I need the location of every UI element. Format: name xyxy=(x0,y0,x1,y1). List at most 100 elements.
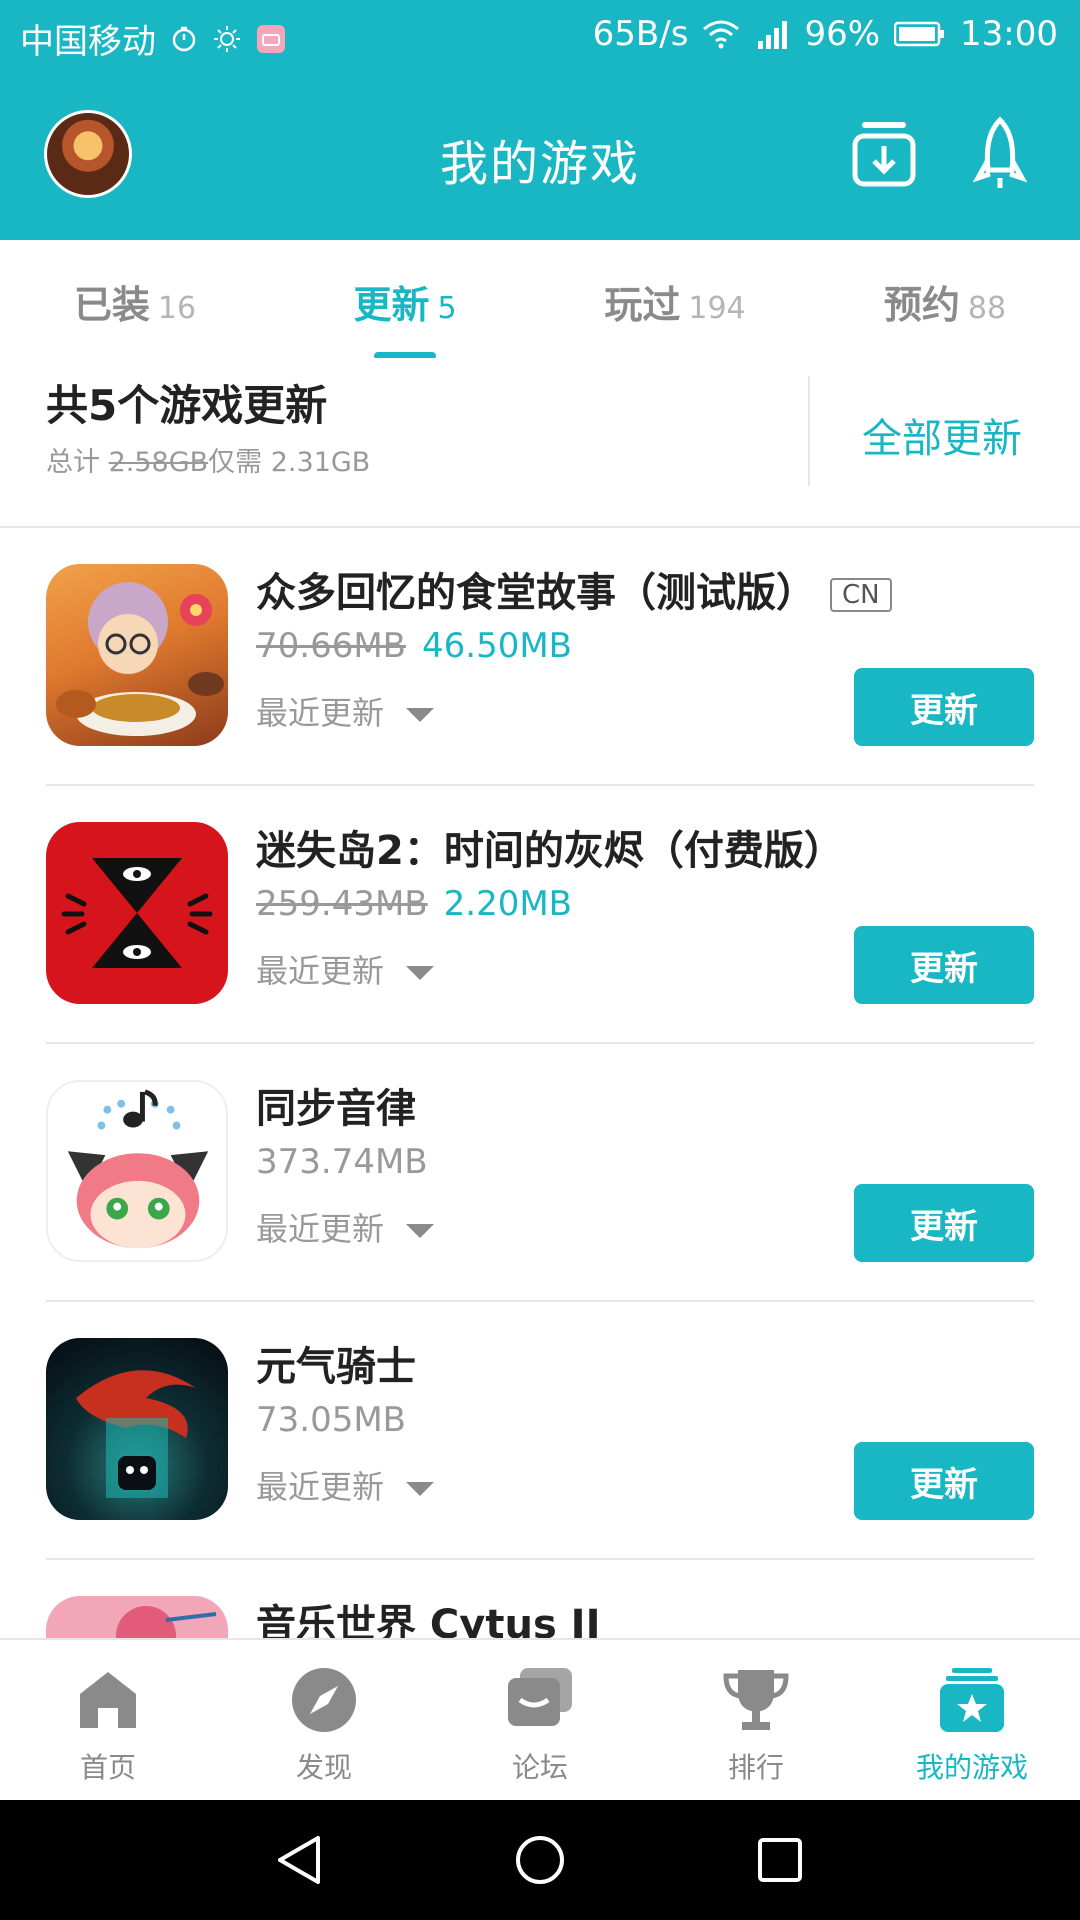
my-games-icon xyxy=(940,1668,1004,1732)
old-size: 70.66MB xyxy=(256,626,406,666)
tab-updates[interactable]: 更新 5 xyxy=(270,274,540,329)
need-size: 2.31GB xyxy=(270,447,371,478)
signal-icon xyxy=(758,21,788,49)
compass-icon xyxy=(292,1668,356,1732)
game-sizes: 70.66MB 46.50MB xyxy=(256,626,572,666)
game-name: 同步音律 xyxy=(256,1086,416,1132)
update-button[interactable]: 更新 xyxy=(854,668,1034,746)
update-button[interactable]: 更新 xyxy=(854,1184,1034,1262)
need-label: 仅需 xyxy=(208,447,263,478)
home-icon xyxy=(80,1672,136,1728)
bilibili-app-icon xyxy=(257,24,285,53)
game-sizes: 73.05MB xyxy=(256,1400,406,1440)
game-name: 迷失岛2：时间的灰烬（付费版） xyxy=(256,828,844,874)
total-old-size: 2.58GB xyxy=(108,447,209,478)
game-sizes: 259.43MB 2.20MB xyxy=(256,884,572,924)
nav-home[interactable]: 首页 xyxy=(0,1664,216,1786)
bottom-navigation: 首页 发现 论坛 排行 我的游戏 xyxy=(0,1638,1080,1802)
update-button[interactable]: 更新 xyxy=(854,1442,1034,1520)
back-icon[interactable] xyxy=(272,1832,328,1888)
net-speed: 65B/s xyxy=(592,14,689,54)
update-button[interactable]: 更新 xyxy=(854,926,1034,1004)
status-bar: 中国移动 65B/s 96% 13:00 xyxy=(0,0,1080,72)
caret-down-icon xyxy=(406,708,435,722)
list-item[interactable]: 元气骑士 73.05MB 最近更新 更新 xyxy=(0,1302,1080,1560)
nav-discover[interactable]: 发现 xyxy=(216,1664,432,1786)
hourglass-eye-illustration xyxy=(61,858,213,968)
game-icon-lost-island xyxy=(46,822,228,1004)
tab-updates-count: 5 xyxy=(437,291,457,326)
vertical-divider xyxy=(808,376,810,486)
caret-down-icon xyxy=(406,1224,435,1238)
catgirl-illustration xyxy=(67,1089,209,1249)
list-item[interactable]: 音乐世界 Cytus II xyxy=(0,1560,1080,1638)
old-size: 259.43MB xyxy=(256,884,428,924)
tab-reserved-count: 88 xyxy=(967,291,1007,326)
game-icon-soul-knight xyxy=(46,1338,228,1520)
carrier-label: 中国移动 xyxy=(20,22,156,62)
trophy-icon xyxy=(723,1670,789,1730)
game-update-list: 众多回忆的食堂故事（测试版） CN 70.66MB 46.50MB 最近更新 更新 xyxy=(0,528,1080,1638)
app-header: 我的游戏 xyxy=(0,72,1080,240)
recent-update-label: 最近更新 xyxy=(256,952,385,990)
rocket-icon[interactable] xyxy=(972,116,1028,192)
forum-icon xyxy=(508,1668,572,1726)
tab-updates-label: 更新 xyxy=(353,283,430,327)
nav-forum-label: 论坛 xyxy=(511,1751,568,1784)
list-item[interactable]: 众多回忆的食堂故事（测试版） CN 70.66MB 46.50MB 最近更新 更新 xyxy=(0,528,1080,786)
update-summary: 共5个游戏更新 总计 2.58GB仅需 2.31GB 全部更新 xyxy=(0,358,1080,528)
summary-sizes: 总计 2.58GB仅需 2.31GB xyxy=(46,440,370,479)
game-icon-diner xyxy=(46,564,228,746)
tab-bar: 已装 16 更新 5 玩过 194 预约 88 xyxy=(0,240,1080,360)
nav-discover-label: 发现 xyxy=(295,1751,352,1784)
nav-forum[interactable]: 论坛 xyxy=(432,1664,648,1786)
tab-played-count: 194 xyxy=(688,291,746,326)
list-item[interactable]: 同步音律 373.74MB 最近更新 更新 xyxy=(0,1044,1080,1302)
nav-ranking[interactable]: 排行 xyxy=(648,1664,864,1786)
tab-installed[interactable]: 已装 16 xyxy=(0,274,270,329)
tab-reserved[interactable]: 预约 88 xyxy=(810,274,1080,329)
tab-installed-count: 16 xyxy=(157,291,197,326)
game-sizes: 373.74MB xyxy=(256,1142,428,1182)
recent-update-toggle[interactable]: 最近更新 xyxy=(256,688,435,734)
new-size: 46.50MB xyxy=(422,626,572,666)
clock: 13:00 xyxy=(960,14,1058,54)
summary-heading: 共5个游戏更新 xyxy=(46,381,328,430)
new-size: 2.20MB xyxy=(443,884,573,924)
recent-update-label: 最近更新 xyxy=(256,694,385,732)
game-size: 373.74MB xyxy=(256,1142,428,1182)
download-tray-icon[interactable] xyxy=(852,118,916,190)
game-size: 73.05MB xyxy=(256,1400,406,1440)
recent-update-toggle[interactable]: 最近更新 xyxy=(256,946,435,992)
game-name: 元气骑士 xyxy=(256,1344,416,1390)
nav-ranking-label: 排行 xyxy=(727,1751,784,1784)
page-title: 我的游戏 xyxy=(439,136,640,192)
region-tag: CN xyxy=(830,578,892,612)
recent-apps-icon[interactable] xyxy=(752,1832,808,1888)
cytus-illustration xyxy=(116,1606,217,1638)
recent-update-toggle[interactable]: 最近更新 xyxy=(256,1462,435,1508)
system-navigation-bar xyxy=(0,1800,1080,1920)
battery-icon xyxy=(894,21,945,47)
tab-reserved-label: 预约 xyxy=(883,283,960,327)
recent-update-toggle[interactable]: 最近更新 xyxy=(256,1204,435,1250)
battery-percent: 96% xyxy=(804,14,881,54)
tab-played-label: 玩过 xyxy=(604,283,681,327)
home-circle-icon[interactable] xyxy=(512,1832,568,1888)
wifi-icon xyxy=(703,20,740,49)
game-name-text: 众多回忆的食堂故事（测试版） xyxy=(256,570,816,616)
nav-my-games[interactable]: 我的游戏 xyxy=(864,1664,1080,1786)
recent-update-label: 最近更新 xyxy=(256,1468,385,1506)
list-item[interactable]: 迷失岛2：时间的灰烬（付费版） 259.43MB 2.20MB 最近更新 更新 xyxy=(0,786,1080,1044)
caret-down-icon xyxy=(406,1482,435,1496)
tab-installed-label: 已装 xyxy=(73,283,150,327)
game-icon-cytus xyxy=(46,1596,228,1638)
recent-update-label: 最近更新 xyxy=(256,1210,385,1248)
update-all-button[interactable]: 全部更新 xyxy=(862,406,1022,464)
nav-home-label: 首页 xyxy=(79,1751,136,1784)
tab-played[interactable]: 玩过 194 xyxy=(540,274,810,329)
game-icon-sync-rhythm xyxy=(46,1080,228,1262)
knight-illustration xyxy=(76,1370,196,1498)
game-name: 音乐世界 Cytus II xyxy=(256,1602,601,1638)
brightness-icon xyxy=(214,25,240,52)
